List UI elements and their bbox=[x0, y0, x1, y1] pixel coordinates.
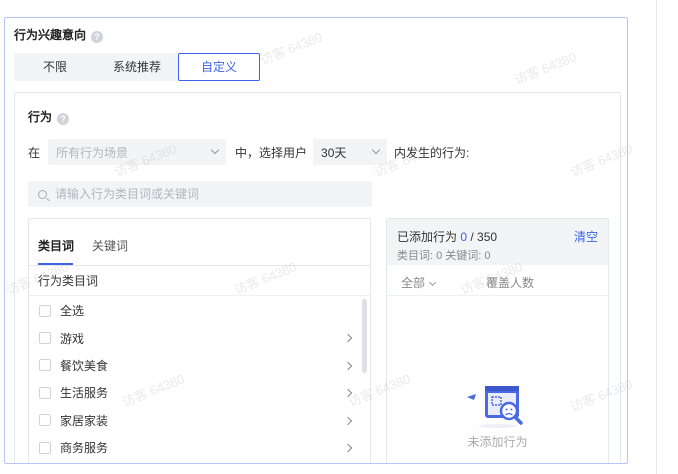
search-icon bbox=[38, 189, 47, 199]
help-icon[interactable]: ? bbox=[57, 113, 70, 125]
list-item[interactable]: 家居家装 bbox=[29, 407, 365, 434]
label-in: 在 bbox=[28, 145, 41, 160]
list-item[interactable]: 生活服务 bbox=[29, 379, 365, 406]
segment-option-custom[interactable]: 自定义 bbox=[178, 53, 260, 81]
checkbox[interactable] bbox=[39, 441, 51, 454]
segment-option-recommended[interactable]: 系统推荐 bbox=[96, 53, 178, 81]
chevron-down-icon bbox=[371, 145, 381, 155]
scene-select[interactable]: 所有行为场景 bbox=[48, 139, 227, 165]
checkbox[interactable] bbox=[39, 386, 51, 399]
behavior-search-input[interactable] bbox=[55, 187, 355, 201]
behavior-search bbox=[28, 181, 372, 207]
list-scrollbar[interactable] bbox=[362, 299, 367, 373]
targeting-mode-segment: 不限 系统推荐 自定义 bbox=[14, 53, 260, 81]
checkbox[interactable] bbox=[39, 414, 51, 427]
list-item[interactable]: 餐饮美食 bbox=[29, 352, 365, 379]
label-select-user: 中，选择用户 bbox=[235, 145, 308, 160]
page-divider bbox=[656, 0, 657, 474]
chevron-right-icon[interactable] bbox=[343, 388, 353, 398]
checkbox[interactable] bbox=[39, 359, 51, 372]
days-select[interactable]: 30天 bbox=[313, 139, 388, 165]
segment-option-unlimited[interactable]: 不限 bbox=[14, 53, 96, 81]
section-title: 行为兴趣意向? bbox=[14, 26, 104, 43]
category-list: 全选 游戏 餐饮美食 生活服务 家居家装 商务服务 bbox=[29, 297, 365, 461]
list-item[interactable]: 商务服务 bbox=[29, 434, 365, 461]
added-count: 已添加行为 0 / 350 bbox=[397, 230, 498, 244]
chevron-right-icon[interactable] bbox=[343, 361, 353, 371]
column-coverage: 覆盖人数 bbox=[486, 276, 535, 290]
added-header: 已添加行为 0 / 350 清空 类目词: 0 关键词: 0 bbox=[387, 219, 608, 265]
behavior-panel: 行为? 在 所有行为场景 中，选择用户 30天 内发生的行为: 类目词 关键词 bbox=[14, 92, 621, 463]
filter-all-dropdown[interactable]: 全部 bbox=[401, 274, 437, 291]
label-behavior-suffix: 内发生的行为: bbox=[394, 145, 470, 160]
checkbox[interactable] bbox=[39, 304, 51, 317]
behavior-scene-row: 在 所有行为场景 中，选择用户 30天 内发生的行为: bbox=[28, 139, 469, 165]
list-header: 行为类目词 bbox=[29, 266, 370, 296]
chevron-right-icon[interactable] bbox=[343, 416, 353, 425]
list-item[interactable]: 游戏 bbox=[29, 324, 365, 351]
chevron-down-icon bbox=[210, 145, 220, 155]
tab-category[interactable]: 类目词 bbox=[38, 237, 74, 254]
added-behavior-panel: 已添加行为 0 / 350 清空 类目词: 0 关键词: 0 全部 覆盖人数 未… bbox=[386, 218, 609, 463]
chevron-right-icon[interactable] bbox=[343, 443, 353, 453]
empty-state-icon bbox=[467, 386, 523, 428]
added-breakdown: 类目词: 0 关键词: 0 bbox=[397, 250, 491, 262]
chevron-right-icon[interactable] bbox=[343, 334, 353, 343]
category-panel: 类目词 关键词 行为类目词 全选 游戏 餐饮美食 生活服务 家居家装 商务服务 bbox=[28, 218, 371, 463]
chevron-down-icon bbox=[428, 278, 437, 287]
category-tabs: 类目词 关键词 bbox=[29, 219, 370, 266]
tab-keyword[interactable]: 关键词 bbox=[92, 237, 128, 254]
checkbox[interactable] bbox=[39, 332, 51, 345]
behavior-interest-section: 行为兴趣意向? 不限 系统推荐 自定义 行为? 在 所有行为场景 中，选择用户 … bbox=[4, 17, 628, 464]
empty-state-text: 未添加行为 bbox=[467, 435, 528, 449]
clear-button[interactable]: 清空 bbox=[574, 228, 598, 245]
added-columns: 全部 覆盖人数 bbox=[387, 265, 608, 296]
active-tab-indicator bbox=[38, 263, 73, 265]
list-item-select-all[interactable]: 全选 bbox=[29, 297, 365, 324]
behavior-title: 行为? bbox=[28, 108, 70, 125]
help-icon[interactable]: ? bbox=[91, 31, 104, 43]
